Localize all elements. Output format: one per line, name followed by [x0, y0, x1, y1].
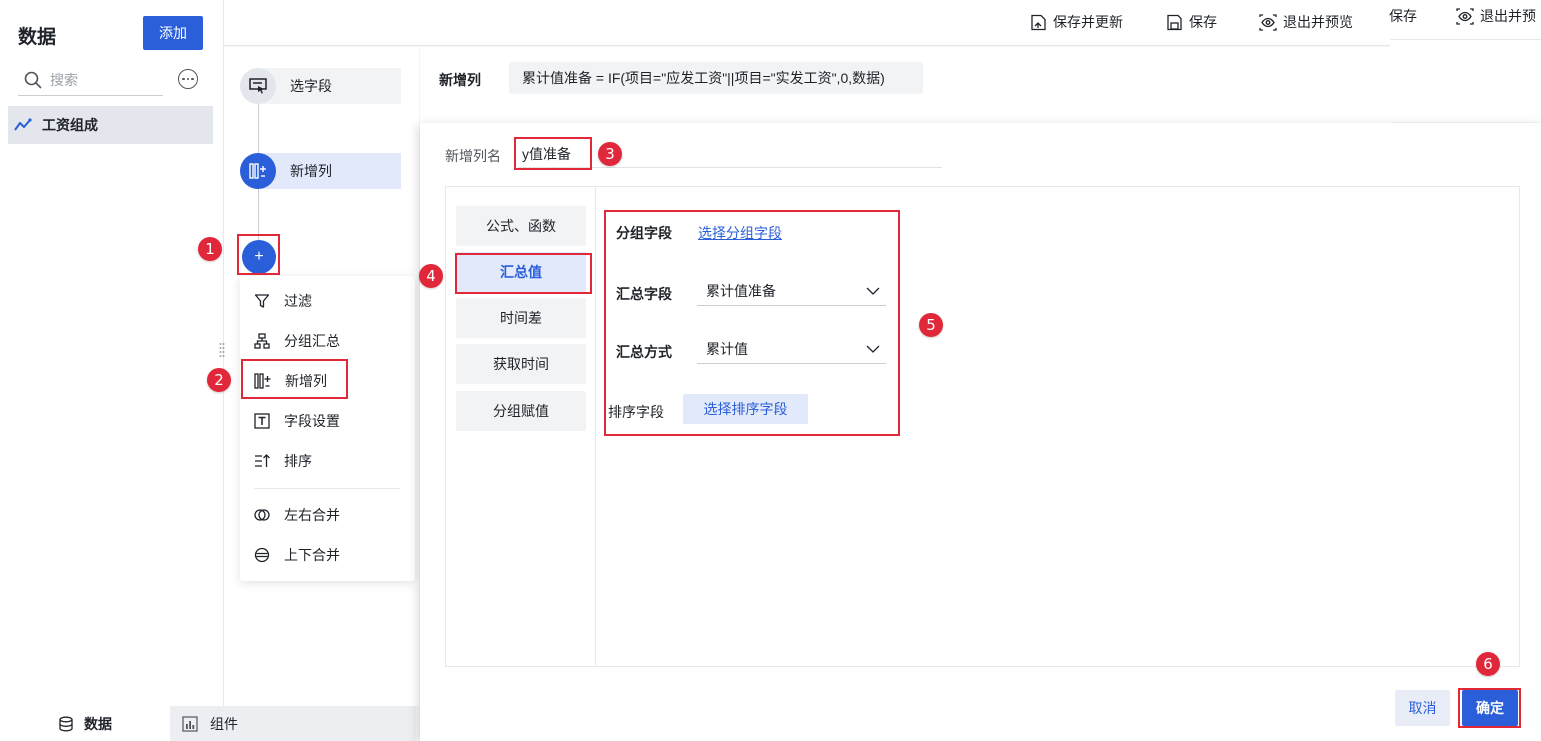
highlight-box-4: [455, 253, 592, 294]
save-label: 保存: [1189, 14, 1217, 30]
select-field-icon: [240, 68, 276, 104]
line-chart-icon: [14, 118, 32, 131]
menu-item-sort-label: 排序: [284, 453, 312, 469]
step-badge-4: 4: [419, 264, 443, 288]
menu-item-sort[interactable]: 排序: [254, 449, 312, 473]
search-input[interactable]: [50, 71, 150, 88]
menu-item-filter-label: 过滤: [284, 293, 312, 309]
search-box: [18, 64, 163, 96]
menu-item-group-summary[interactable]: 分组汇总: [254, 329, 340, 353]
text-field-icon: [254, 413, 270, 429]
highlight-box-6: [1458, 688, 1521, 728]
add-dataset-button[interactable]: 添加: [143, 16, 203, 50]
step-new-column-label: 新增列: [290, 163, 332, 179]
exit-and-preview-label: 退出并预览: [1283, 14, 1353, 30]
menu-item-filter[interactable]: 过滤: [254, 289, 312, 313]
save-update-icon: [1031, 14, 1046, 30]
tab-get-time[interactable]: 获取时间: [456, 344, 586, 384]
menu-item-merge-up-down[interactable]: 上下合并: [254, 543, 340, 567]
background-exit-preview-button[interactable]: 退出并预: [1456, 6, 1536, 26]
merge-up-down-icon: [254, 547, 270, 563]
tab-component-label: 组件: [210, 715, 238, 732]
highlight-box-5: [604, 210, 900, 436]
tab-formula-function[interactable]: 公式、函数: [456, 206, 586, 246]
preview-eye-icon: [1456, 7, 1474, 25]
save-button[interactable]: 保存: [1166, 12, 1217, 32]
background-exit-preview-label: 退出并预: [1480, 8, 1536, 24]
menu-item-merge-up-down-label: 上下合并: [284, 547, 340, 563]
formula-expression: 累计值准备 = IF(项目="应发工资"||项目="实发工资",0,数据): [509, 62, 923, 94]
step-select-fields[interactable]: 选字段: [240, 68, 401, 104]
step-badge-1: 1: [198, 237, 222, 261]
step-badge-3: 3: [598, 142, 622, 166]
exit-and-preview-button[interactable]: 退出并预览: [1259, 12, 1353, 32]
step-new-column[interactable]: 新增列: [240, 153, 401, 189]
data-panel-title: 数据: [18, 27, 57, 48]
step-select-fields-label: 选字段: [290, 78, 332, 94]
search-icon: [24, 71, 42, 88]
preview-eye-icon: [1259, 13, 1277, 31]
drag-handle-icon[interactable]: [219, 342, 225, 360]
menu-item-group-summary-label: 分组汇总: [284, 333, 340, 349]
save-and-update-button[interactable]: 保存并更新: [1030, 12, 1123, 32]
highlight-box-3: [514, 137, 592, 170]
tab-data[interactable]: 数据: [0, 706, 170, 741]
database-icon: [59, 716, 73, 731]
save-icon: [1167, 14, 1182, 30]
highlight-box-2: [241, 359, 348, 399]
menu-item-field-settings[interactable]: 字段设置: [254, 409, 340, 433]
highlight-box-1: [237, 234, 280, 275]
menu-item-field-settings-label: 字段设置: [284, 413, 340, 429]
bar-chart-icon: [182, 715, 198, 732]
sort-icon: [255, 454, 270, 467]
step-badge-5: 5: [919, 313, 943, 337]
dataset-item-salary[interactable]: 工资组成: [8, 106, 213, 144]
merge-left-right-icon: [254, 509, 270, 521]
more-options-icon[interactable]: [178, 69, 198, 89]
tab-time-difference[interactable]: 时间差: [456, 298, 586, 338]
filter-icon: [254, 294, 270, 308]
dataset-item-label: 工资组成: [42, 117, 98, 133]
menu-item-merge-left-right-label: 左右合并: [284, 507, 340, 523]
tab-group-assign[interactable]: 分组赋值: [456, 391, 586, 431]
cancel-button[interactable]: 取消: [1395, 690, 1450, 726]
step-badge-6: 6: [1476, 652, 1500, 676]
column-name-label: 新增列名: [445, 148, 501, 164]
background-divider: [1390, 39, 1541, 40]
dialog-content-divider: [595, 187, 596, 666]
background-save-button[interactable]: 保存: [1389, 6, 1417, 26]
step-badge-2: 2: [207, 368, 231, 392]
save-and-update-label: 保存并更新: [1053, 14, 1123, 30]
tab-component[interactable]: 组件: [170, 706, 416, 741]
menu-divider: [254, 488, 400, 489]
menu-item-merge-left-right[interactable]: 左右合并: [254, 503, 340, 527]
formula-label: 新增列: [439, 72, 481, 88]
tab-data-label: 数据: [84, 715, 112, 732]
new-column-icon: [240, 153, 276, 189]
group-summary-icon: [254, 333, 270, 349]
